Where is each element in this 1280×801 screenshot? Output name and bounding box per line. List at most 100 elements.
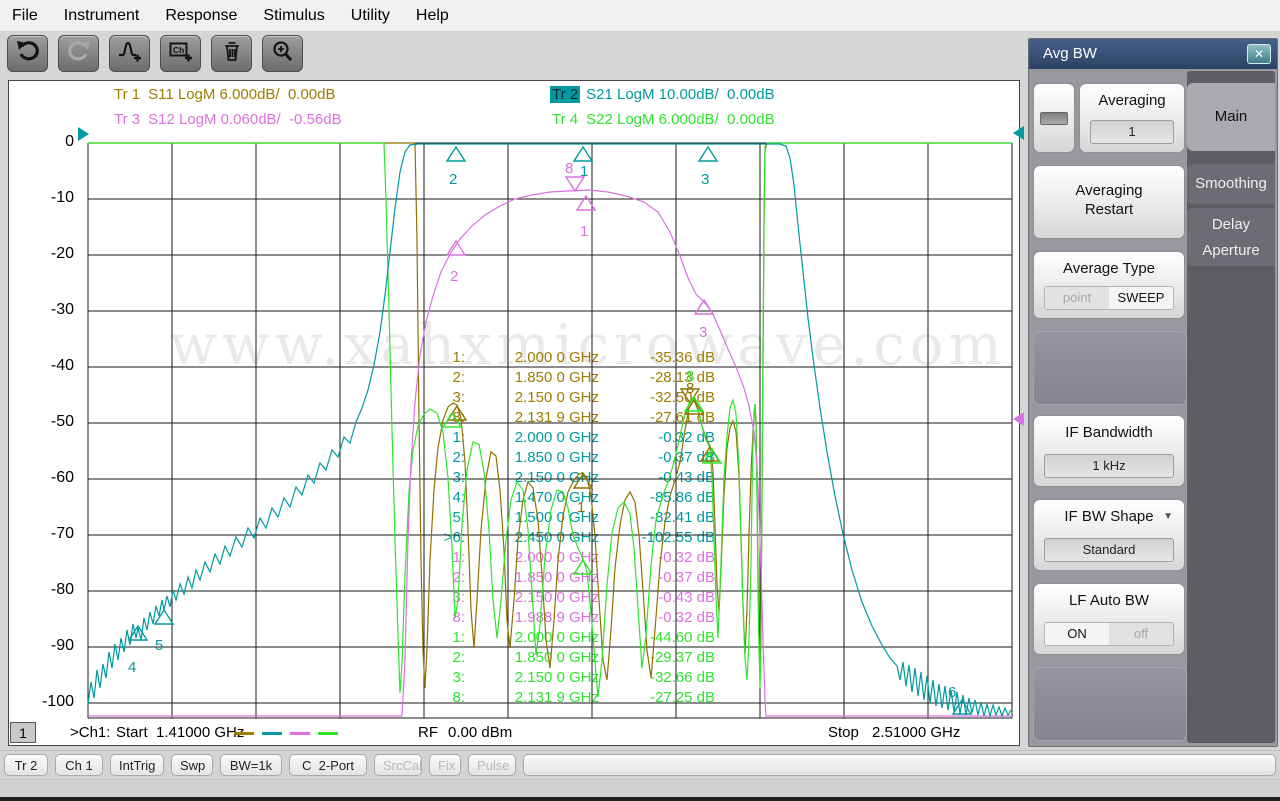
status-pulse[interactable]: Pulse (468, 754, 516, 776)
start-label[interactable]: Start (116, 724, 148, 741)
lf-auto-bw-on[interactable]: ON (1045, 623, 1109, 645)
tab-main[interactable]: Main (1187, 83, 1275, 151)
y-axis-label: -60 (18, 469, 74, 487)
status-c-2-port[interactable]: C 2-Port (289, 754, 367, 776)
start-value[interactable]: 1.41000 GHz (156, 724, 244, 741)
marker-readout-row: 4:1.470 0 GHz-85.86 dB (420, 489, 720, 509)
average-type-toggle[interactable]: point SWEEP (1044, 286, 1174, 310)
if-bandwidth-button[interactable]: IF Bandwidth 1 kHz (1033, 415, 1185, 487)
trace-color-dash (318, 732, 338, 735)
trace-label-tr4[interactable]: Tr 4 S22 LogM 6.000dB/ 0.00dB (550, 111, 775, 128)
averaging-toggle-button[interactable] (1033, 83, 1075, 153)
if-bandwidth-value[interactable]: 1 kHz (1044, 454, 1174, 478)
trace-label-tr3[interactable]: Tr 3S12 LogM 0.060dB/ -0.56dB (112, 111, 342, 128)
trace-badge: Tr 4 (550, 111, 580, 128)
y-axis-label: -40 (18, 357, 74, 375)
delete-button[interactable] (211, 35, 252, 72)
undo-icon (15, 39, 41, 68)
trace-color-dash (290, 732, 310, 735)
avg-bw-panel: Avg BW ✕ Main SmoothingDelay Aperture Ave… (1028, 38, 1278, 747)
redo-button[interactable] (58, 35, 99, 72)
average-type-point[interactable]: point (1045, 287, 1109, 309)
if-bw-shape-value[interactable]: Standard (1044, 538, 1174, 562)
y-axis-label: -80 (18, 581, 74, 599)
toolbar: Ch (7, 35, 303, 72)
trace-color-dash (262, 732, 282, 735)
averaging-led-icon (1040, 112, 1068, 125)
average-type-button[interactable]: Average Type point SWEEP (1033, 251, 1185, 319)
menu-instrument[interactable]: Instrument (64, 7, 140, 25)
status-tr-2[interactable]: Tr 2 (4, 754, 48, 776)
if-bw-shape-button[interactable]: IF BW Shape ▼ Standard (1033, 499, 1185, 571)
marker-readout-row: 3:2.150 0 GHz-0.43 dB (420, 469, 720, 489)
if-bw-shape-label: IF BW Shape (1034, 508, 1184, 525)
marker-readout-row: >6:2.450 0 GHz-102.55 dB (420, 529, 720, 549)
dropdown-arrow-icon: ▼ (1163, 511, 1173, 522)
averaging-button[interactable]: Averaging 1 (1079, 83, 1185, 153)
trace-plus-icon (117, 39, 143, 68)
menu-utility[interactable]: Utility (351, 7, 390, 25)
rf-value[interactable]: 0.00 dBm (448, 724, 512, 741)
status-srccal[interactable]: SrcCal (374, 754, 422, 776)
averaging-restart-label: Averaging Restart (1063, 166, 1155, 219)
menu-response[interactable]: Response (165, 7, 237, 25)
lf-auto-bw-off[interactable]: off (1109, 623, 1173, 645)
status-ch-1[interactable]: Ch 1 (55, 754, 103, 776)
channel-badge[interactable]: 1 (10, 722, 36, 743)
blank-softkey (1033, 331, 1187, 405)
marker-readout-row: 1:2.000 0 GHz-0.32 dB (420, 549, 720, 569)
marker-readout-row: 2:1.850 0 GHz-0.37 dB (420, 569, 720, 589)
redo-icon (66, 39, 92, 68)
trace-format-text: S22 LogM 6.000dB/ 0.00dB (586, 111, 774, 128)
y-axis-label: -20 (18, 245, 74, 263)
average-type-label: Average Type (1034, 260, 1184, 277)
stop-label[interactable]: Stop (828, 724, 859, 741)
panel-titlebar: Avg BW ✕ (1029, 39, 1277, 69)
trace-badge: Tr 2 (550, 86, 580, 103)
status-bw=1k[interactable]: BW=1k (220, 754, 282, 776)
vna-application-window: File Instrument Response Stimulus Utility Hel… (0, 0, 1280, 801)
marker-readout-row: 8:2.131 9 GHz-27.61 dB (420, 409, 720, 429)
undo-button[interactable] (7, 35, 48, 72)
marker-readout-row: 5:1.500 0 GHz-82.41 dB (420, 509, 720, 529)
y-axis-label: 0 (18, 133, 74, 151)
status-inttrig[interactable]: IntTrig (110, 754, 164, 776)
tab-delay-aperture[interactable]: Delay Aperture (1187, 208, 1275, 266)
add-channel-button[interactable]: Ch (160, 35, 201, 72)
trace-color-dash (234, 732, 254, 735)
status-fix[interactable]: Fix (429, 754, 461, 776)
trace-format-text: S12 LogM 0.060dB/ -0.56dB (148, 111, 341, 128)
trace-label-tr2[interactable]: Tr 2S21 LogM 10.00dB/ 0.00dB (550, 86, 775, 103)
y-axis-label: -100 (18, 693, 74, 711)
menu-help[interactable]: Help (416, 7, 449, 25)
marker-readout-row: 1:2.000 0 GHz-0.32 dB (420, 429, 720, 449)
status-blank[interactable] (523, 754, 1276, 776)
marker-readout-row: 8:1.988 9 GHz-0.32 dB (420, 609, 720, 629)
add-trace-button[interactable] (109, 35, 150, 72)
marker-readout-row: 1:2.000 0 GHz-35.36 dB (420, 349, 720, 369)
menu-stimulus[interactable]: Stimulus (263, 7, 324, 25)
status-swp[interactable]: Swp (171, 754, 213, 776)
averaging-restart-button[interactable]: Averaging Restart (1033, 165, 1185, 239)
blank-softkey (1033, 667, 1187, 741)
average-type-sweep[interactable]: SWEEP (1109, 287, 1173, 309)
marker-readout-row: 1:2.000 0 GHz-44.60 dB (420, 629, 720, 649)
close-button[interactable]: ✕ (1247, 44, 1271, 64)
channel-plus-icon: Ch (168, 39, 194, 68)
y-axis-label: -50 (18, 413, 74, 431)
marker-readout-row: 2:1.850 0 GHz-29.37 dB (420, 649, 720, 669)
svg-text:Ch: Ch (173, 45, 184, 55)
tab-smoothing[interactable]: Smoothing (1187, 164, 1275, 204)
zoom-button[interactable] (262, 35, 303, 72)
trace-badge: Tr 1 (112, 86, 142, 103)
stop-value[interactable]: 2.51000 GHz (872, 724, 960, 741)
rf-label: RF (418, 724, 438, 741)
menu-file[interactable]: File (12, 7, 38, 25)
averaging-value[interactable]: 1 (1090, 120, 1174, 144)
lf-auto-bw-button[interactable]: LF Auto BW ON off (1033, 583, 1185, 655)
channel-prefix: >Ch1: (70, 724, 110, 741)
trace-label-tr1[interactable]: Tr 1S11 LogM 6.000dB/ 0.00dB (112, 86, 336, 103)
menubar: File Instrument Response Stimulus Utility Hel… (0, 0, 1280, 31)
averaging-label: Averaging (1080, 92, 1184, 109)
lf-auto-bw-toggle[interactable]: ON off (1044, 622, 1174, 646)
